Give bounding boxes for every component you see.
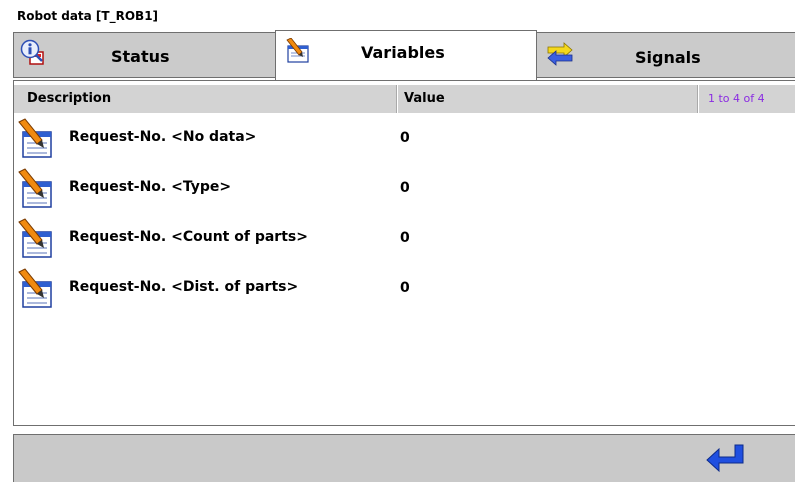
table-row[interactable]: Request-No. <Type> 0	[14, 166, 795, 216]
row-description: Request-No. <Type>	[69, 179, 232, 195]
row-description: Request-No. <Count of parts>	[69, 229, 308, 245]
swap-arrows-icon	[546, 40, 574, 72]
pencil-icon	[285, 37, 311, 68]
column-header-value[interactable]: Value	[398, 85, 698, 113]
row-range-indicator: 1 to 4 of 4	[699, 85, 795, 113]
column-header-description-label: Description	[27, 91, 112, 106]
tab-variables-label: Variables	[361, 43, 445, 62]
table-row[interactable]: Request-No. <Count of parts> 0	[14, 216, 795, 266]
row-value: 0	[400, 180, 410, 196]
row-description: Request-No. <Dist. of parts>	[69, 279, 299, 295]
tab-bar: Status Variables Signals	[13, 30, 795, 80]
tab-variables[interactable]: Variables	[275, 30, 537, 80]
info-icon	[20, 39, 46, 71]
row-description: Request-No. <No data>	[69, 129, 257, 145]
tab-signals-label: Signals	[635, 48, 701, 67]
table-row[interactable]: Request-No. <Dist. of parts> 0	[14, 266, 795, 316]
pencil-icon	[17, 268, 57, 314]
tab-signals[interactable]: Signals	[536, 32, 795, 78]
pencil-icon	[17, 218, 57, 264]
tab-status[interactable]: Status	[13, 32, 276, 78]
window-title: Robot data [T_ROB1]	[17, 9, 159, 23]
row-value: 0	[400, 130, 410, 146]
row-value: 0	[400, 230, 410, 246]
enter-button[interactable]	[705, 443, 749, 475]
column-header-value-label: Value	[404, 91, 445, 106]
pencil-icon	[17, 168, 57, 214]
table-row[interactable]: Request-No. <No data> 0	[14, 116, 795, 166]
variables-table: Description Value 1 to 4 of 4 Request-No…	[13, 80, 795, 426]
enter-arrow-icon	[706, 444, 744, 473]
pencil-icon	[17, 118, 57, 164]
bottom-toolbar	[13, 434, 795, 482]
column-header-description[interactable]: Description	[14, 85, 397, 113]
row-value: 0	[400, 280, 410, 296]
row-range-label: 1 to 4 of 4	[708, 92, 765, 105]
tab-status-label: Status	[111, 47, 170, 66]
